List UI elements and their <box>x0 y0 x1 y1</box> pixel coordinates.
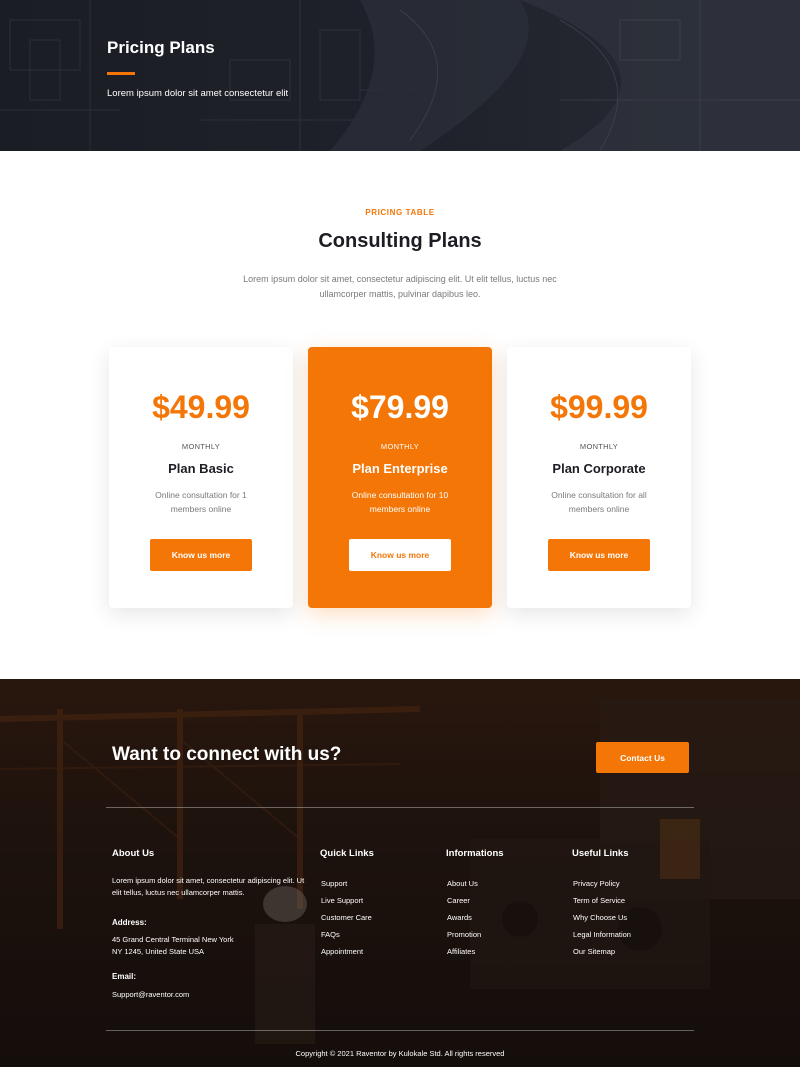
page-hero: Pricing Plans Lorem ipsum dolor sit amet… <box>0 0 800 151</box>
footer-link-why-choose-us[interactable]: Why Choose Us <box>573 909 631 926</box>
pricing-card-corporate: $99.99 MONTHLY Plan Corporate Online con… <box>507 347 691 608</box>
useful-links-heading: Useful Links <box>572 848 629 859</box>
page-subtitle: Lorem ipsum dolor sit amet consectetur e… <box>107 88 289 99</box>
informations-heading: Informations <box>446 848 504 859</box>
footer-link-awards[interactable]: Awards <box>447 909 481 926</box>
know-more-button[interactable]: Know us more <box>548 539 650 571</box>
plan-period: MONTHLY <box>380 442 420 451</box>
footer-link-support[interactable]: Support <box>321 875 372 892</box>
footer-link-about-us[interactable]: About Us <box>447 875 481 892</box>
connect-title: Want to connect with us? <box>112 744 342 765</box>
section-eyebrow: PRICING TABLE <box>365 208 435 217</box>
footer-link-promotion[interactable]: Promotion <box>447 926 481 943</box>
plan-name: Plan Enterprise <box>352 461 448 476</box>
plan-name: Plan Basic <box>168 461 234 476</box>
pricing-card-basic: $49.99 MONTHLY Plan Basic Online consult… <box>109 347 293 608</box>
copyright-text: Copyright © 2021 Raventor by Kulokale St… <box>295 1049 505 1058</box>
footer-link-faqs[interactable]: FAQs <box>321 926 372 943</box>
section-description: Lorem ipsum dolor sit amet, consectetur … <box>243 274 557 299</box>
pricing-card-enterprise: $79.99 MONTHLY Plan Enterprise Online co… <box>308 347 492 608</box>
about-heading: About Us <box>112 848 155 859</box>
know-more-button[interactable]: Know us more <box>349 539 451 571</box>
footer-link-privacy-policy[interactable]: Privacy Policy <box>573 875 631 892</box>
footer-link-customer-care[interactable]: Customer Care <box>321 909 372 926</box>
footer-link-appointment[interactable]: Appointment <box>321 943 372 960</box>
site-footer: Want to connect with us? Contact Us Abou… <box>0 679 800 1067</box>
footer-link-legal-information[interactable]: Legal Information <box>573 926 631 943</box>
footer-link-live-support[interactable]: Live Support <box>321 892 372 909</box>
know-more-button[interactable]: Know us more <box>150 539 252 571</box>
page-title: Pricing Plans <box>107 38 215 57</box>
plan-description: Online consultation for all members onli… <box>551 490 647 514</box>
footer-divider-bottom <box>106 1030 694 1031</box>
quick-links-heading: Quick Links <box>320 848 374 859</box>
footer-link-our-sitemap[interactable]: Our Sitemap <box>573 943 631 960</box>
informations-list: About Us Career Awards Promotion Affilia… <box>447 875 481 960</box>
footer-divider-top <box>106 807 694 808</box>
email-link[interactable]: Support@raventor.com <box>112 989 189 1001</box>
quick-links-list: Support Live Support Customer Care FAQs … <box>321 875 372 960</box>
plan-description: Online consultation for 10 members onlin… <box>351 490 449 514</box>
footer-link-term-of-service[interactable]: Term of Service <box>573 892 631 909</box>
plan-period: MONTHLY <box>579 442 619 451</box>
email-label: Email: <box>112 972 137 981</box>
plan-name: Plan Corporate <box>552 461 646 476</box>
useful-links-list: Privacy Policy Term of Service Why Choos… <box>573 875 631 960</box>
plan-price: $99.99 <box>550 389 648 425</box>
plan-price: $49.99 <box>152 389 250 425</box>
about-text: Lorem ipsum dolor sit amet, consectetur … <box>112 876 305 897</box>
contact-us-button[interactable]: Contact Us <box>596 742 689 773</box>
plan-period: MONTHLY <box>181 442 221 451</box>
blueprint-background <box>0 0 800 151</box>
address-label: Address: <box>112 918 147 927</box>
footer-link-affiliates[interactable]: Affiliates <box>447 943 481 960</box>
title-accent-bar <box>107 72 135 75</box>
section-title: Consulting Plans <box>318 230 482 252</box>
address-line-1: 45 Grand Central Terminal New York <box>112 935 234 944</box>
plan-price: $79.99 <box>351 389 449 425</box>
plan-description: Online consultation for 1 members online <box>155 490 247 514</box>
footer-link-career[interactable]: Career <box>447 892 481 909</box>
address-line-2: NY 1245, United State USA <box>112 947 204 956</box>
footer-overlay <box>0 679 800 1067</box>
